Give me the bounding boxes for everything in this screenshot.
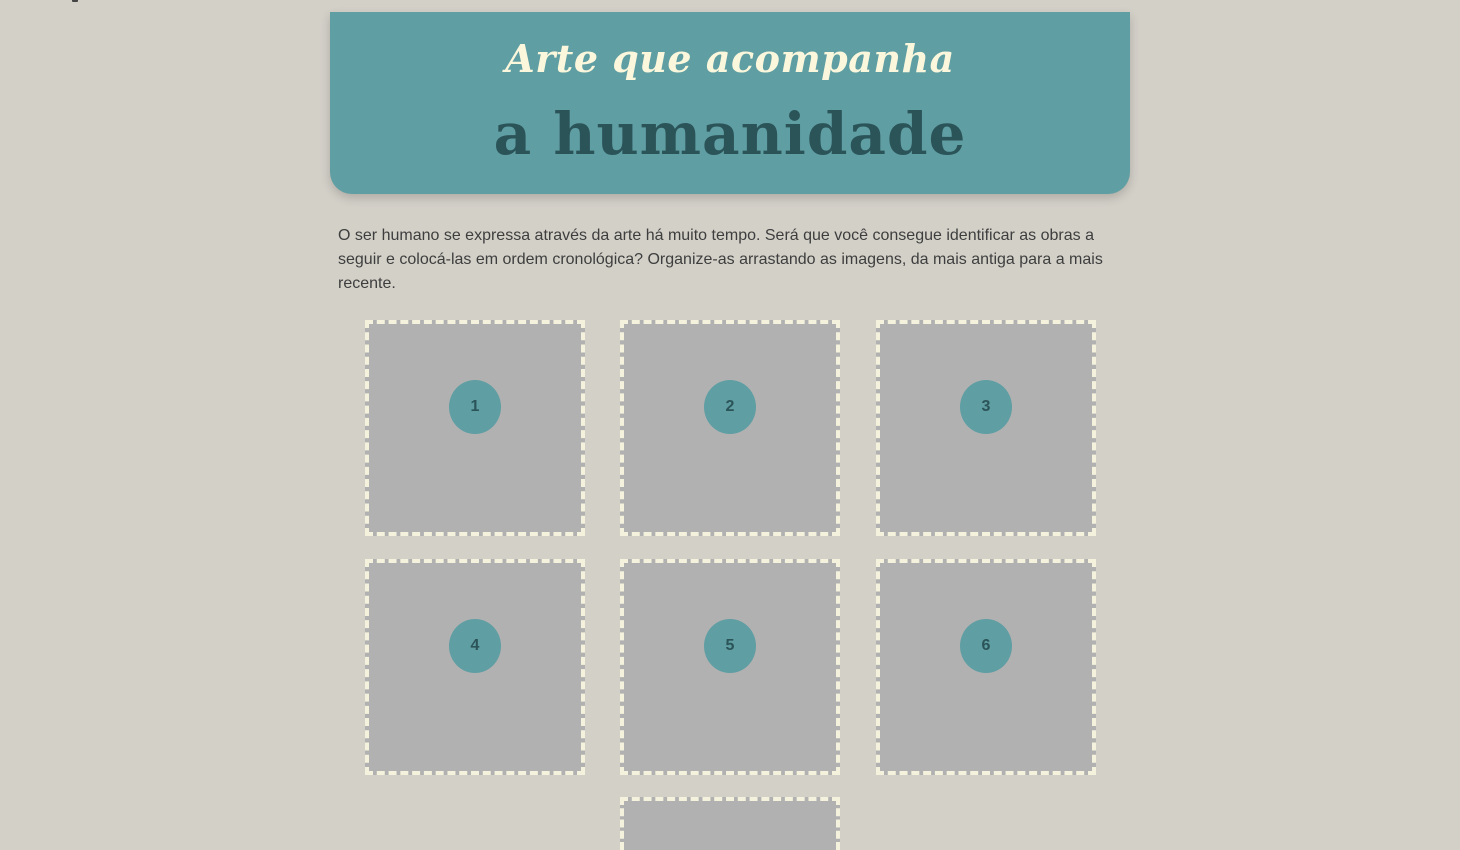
- drop-slot-2[interactable]: 2: [620, 320, 840, 536]
- slot-number-badge: 2: [704, 380, 756, 434]
- slot-number-badge: 1: [449, 380, 501, 434]
- drop-slot-6[interactable]: 6: [876, 559, 1096, 775]
- corner-mark: [72, 0, 78, 2]
- slot-number-badge: 4: [449, 619, 501, 673]
- slot-number-badge: 3: [960, 380, 1012, 434]
- intro-text: O ser humano se expressa através da arte…: [338, 227, 1103, 292]
- slot-number-badge: 6: [960, 619, 1012, 673]
- drop-slot-1[interactable]: 1: [365, 320, 585, 536]
- page: Arte que acompanha a humanidade O ser hu…: [0, 0, 1460, 850]
- drop-slot-3[interactable]: 3: [876, 320, 1096, 536]
- drop-slot-4[interactable]: 4: [365, 559, 585, 775]
- slot-number-badge: 5: [704, 619, 756, 673]
- drop-slot-5[interactable]: 5: [620, 559, 840, 775]
- title-line-1: Arte que acompanha: [505, 36, 955, 81]
- title-line-2: a humanidade: [493, 100, 967, 168]
- drop-slot-7[interactable]: [620, 797, 840, 850]
- header-banner: Arte que acompanha a humanidade: [330, 12, 1130, 194]
